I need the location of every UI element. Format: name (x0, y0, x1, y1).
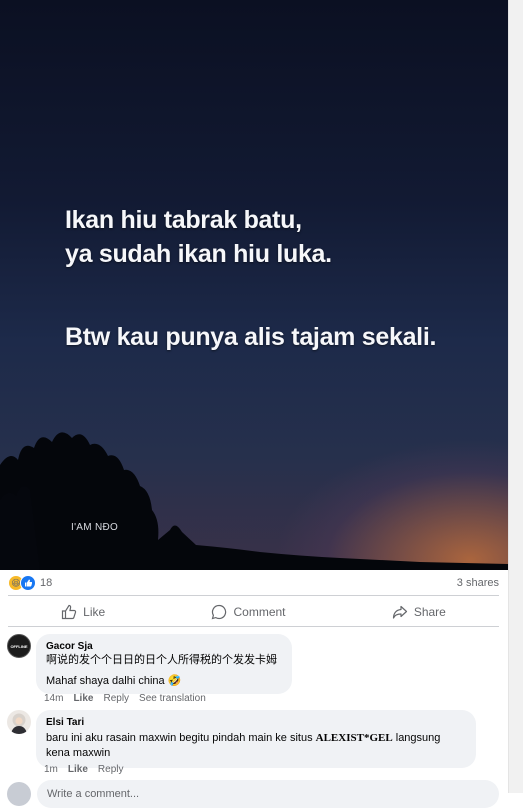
comment-text-start: baru ini aku rasain maxwin begitu pindah… (46, 732, 316, 744)
divider (8, 595, 499, 596)
avatar[interactable]: OFFLINE (7, 634, 31, 658)
write-comment-placeholder: Write a comment... (47, 788, 140, 800)
comment-like-button[interactable]: Like (73, 693, 93, 704)
like-icon (20, 575, 36, 591)
comment-meta: 1m Like Reply (44, 764, 124, 775)
comment-bubble: Elsi Tari baru ini aku rasain maxwin beg… (36, 710, 476, 768)
comment-item: Elsi Tari baru ini aku rasain maxwin beg… (7, 710, 476, 768)
comment-reply-button[interactable]: Reply (103, 693, 129, 704)
comment-text-bold: ALEXIST*GEL (315, 732, 393, 744)
post-action-bar: Like Comment Share (8, 598, 499, 625)
comment-text-line1: 啊说的发个个日日的日个人所得税的个发发卡姆 (46, 654, 277, 666)
comment-author[interactable]: Gacor Sja (46, 640, 282, 653)
comment-time[interactable]: 14m (44, 693, 63, 704)
comment-author[interactable]: Elsi Tari (46, 716, 466, 729)
divider (8, 626, 499, 627)
share-button[interactable]: Share (392, 604, 446, 620)
like-label: Like (83, 604, 106, 619)
comment-like-button[interactable]: Like (68, 764, 88, 775)
reaction-icons: 😆 (8, 575, 36, 591)
post-quote-line2: Btw kau punya alis tajam sekali. (65, 323, 437, 351)
comment-text-line2: Mahaf shaya dalhi china 🤣 (46, 675, 182, 687)
write-comment-input[interactable]: Write a comment... (37, 780, 499, 808)
reactions-summary[interactable]: 😆 18 3 shares (8, 574, 499, 592)
scrollbar[interactable] (508, 0, 523, 793)
comment-text: baru ini aku rasain maxwin begitu pindah… (46, 731, 466, 761)
comment-label: Comment (233, 604, 286, 619)
reaction-count[interactable]: 18 (40, 577, 52, 589)
avatar[interactable] (7, 710, 31, 734)
see-translation-link[interactable]: See translation (139, 693, 206, 704)
share-label: Share (413, 604, 446, 619)
comment-time[interactable]: 1m (44, 764, 58, 775)
current-user-avatar (7, 782, 31, 806)
comment-item: OFFLINE Gacor Sja 啊说的发个个日日的日个人所得税的个发发卡姆 … (7, 634, 292, 694)
post-quote-line1: Ikan hiu tabrak batu, ya sudah ikan hiu … (65, 206, 332, 268)
person-hijab-icon (11, 713, 27, 734)
post-image[interactable]: Ikan hiu tabrak batu, ya sudah ikan hiu … (0, 0, 508, 570)
comment-bubble: Gacor Sja 啊说的发个个日日的日个人所得税的个发发卡姆 Mahaf sh… (36, 634, 292, 694)
thumbs-up-icon (62, 604, 77, 619)
comment-button[interactable]: Comment (211, 604, 286, 620)
like-button[interactable]: Like (61, 604, 105, 620)
shares-count[interactable]: 3 shares (457, 577, 499, 589)
comment-meta: 14m Like Reply See translation (44, 693, 206, 704)
post-watermark: I'AM NÐO (71, 522, 119, 533)
avatar-text: OFFLINE (10, 643, 28, 649)
comment-bubble-icon (212, 604, 227, 619)
share-arrow-icon (392, 605, 407, 619)
tree-silhouette (0, 432, 508, 570)
comment-reply-button[interactable]: Reply (98, 764, 124, 775)
